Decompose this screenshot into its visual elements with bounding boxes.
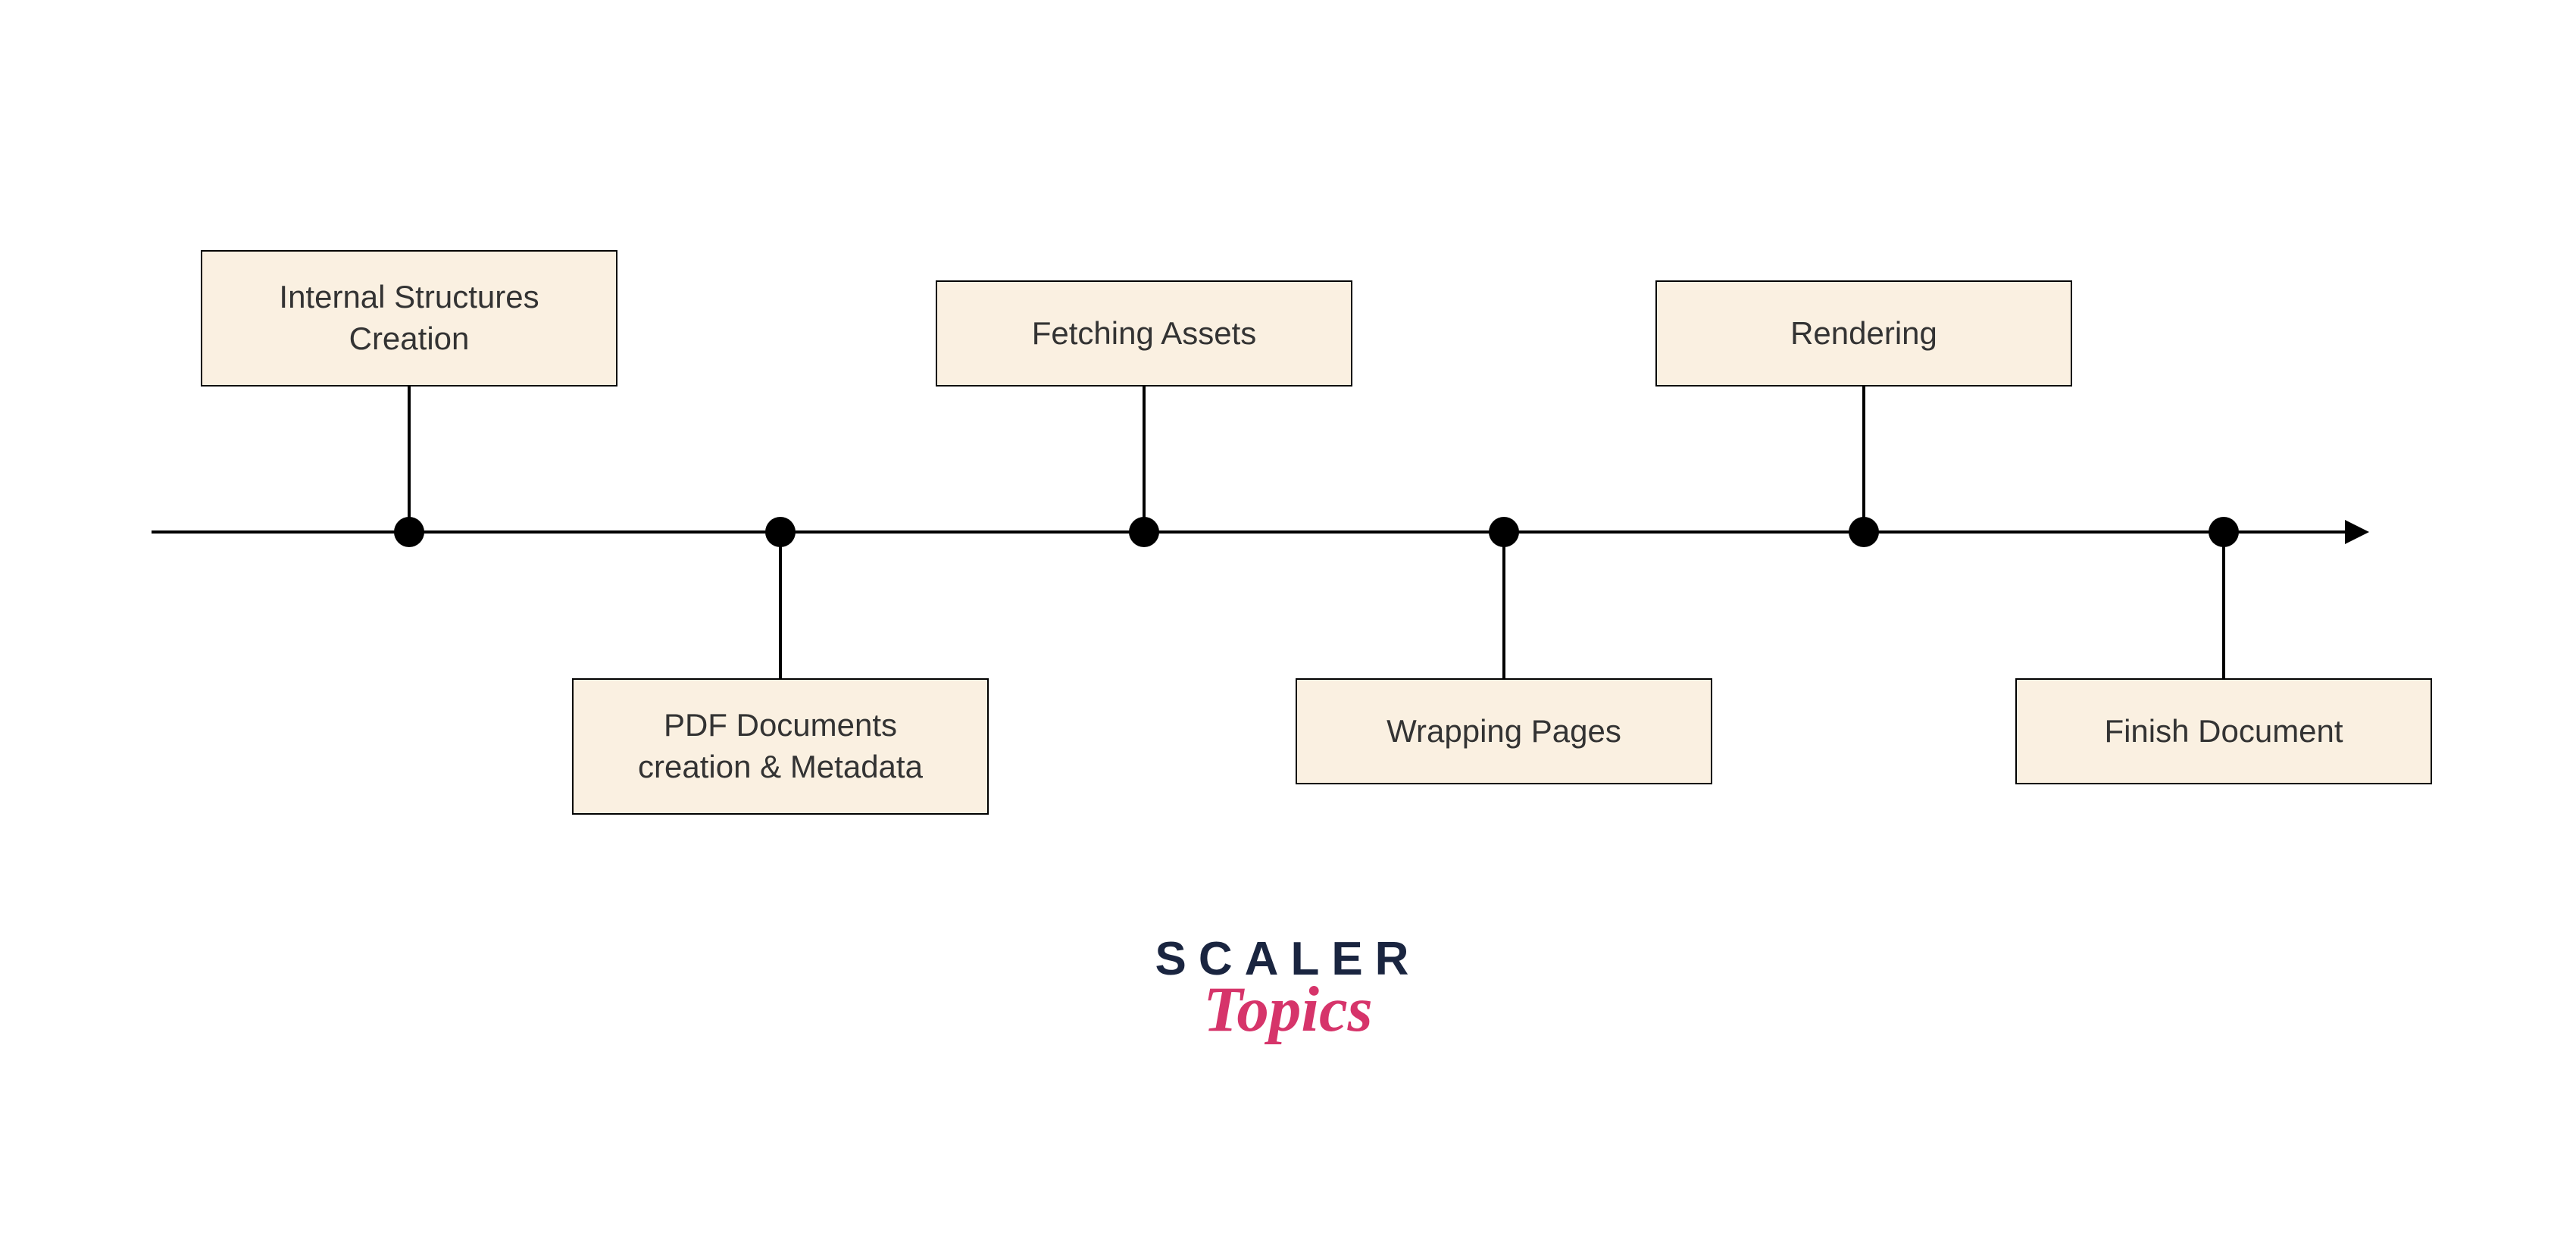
timeline-node-4 [1489,517,1519,547]
step-box-6: Finish Document [2015,678,2432,784]
timeline-node-6 [2209,517,2239,547]
step-box-1: Internal StructuresCreation [201,250,617,386]
step-box-3: Fetching Assets [936,280,1352,386]
step-label-3: Fetching Assets [1032,313,1256,355]
timeline-diagram: Internal StructuresCreation PDF Document… [0,0,2576,1233]
step-box-5: Rendering [1655,280,2072,386]
connector-4 [1502,546,1505,678]
timeline-axis [152,530,2349,534]
connector-6 [2222,546,2225,678]
step-label-6: Finish Document [2104,711,2343,753]
timeline-node-1 [394,517,424,547]
timeline-node-5 [1849,517,1879,547]
step-box-2: PDF Documentscreation & Metadata [572,678,989,815]
connector-3 [1143,386,1146,519]
connector-1 [408,386,411,519]
timeline-arrowhead [2345,520,2369,544]
timeline-node-2 [765,517,796,547]
timeline-node-3 [1129,517,1159,547]
brand-logo: SCALER Topics [1155,932,1421,1047]
step-label-4: Wrapping Pages [1386,711,1621,753]
step-label-5: Rendering [1790,313,1937,355]
connector-5 [1862,386,1865,519]
connector-2 [779,546,782,678]
step-box-4: Wrapping Pages [1296,678,1712,784]
step-label-1: Internal StructuresCreation [279,277,539,359]
step-label-2: PDF Documentscreation & Metadata [638,705,923,787]
